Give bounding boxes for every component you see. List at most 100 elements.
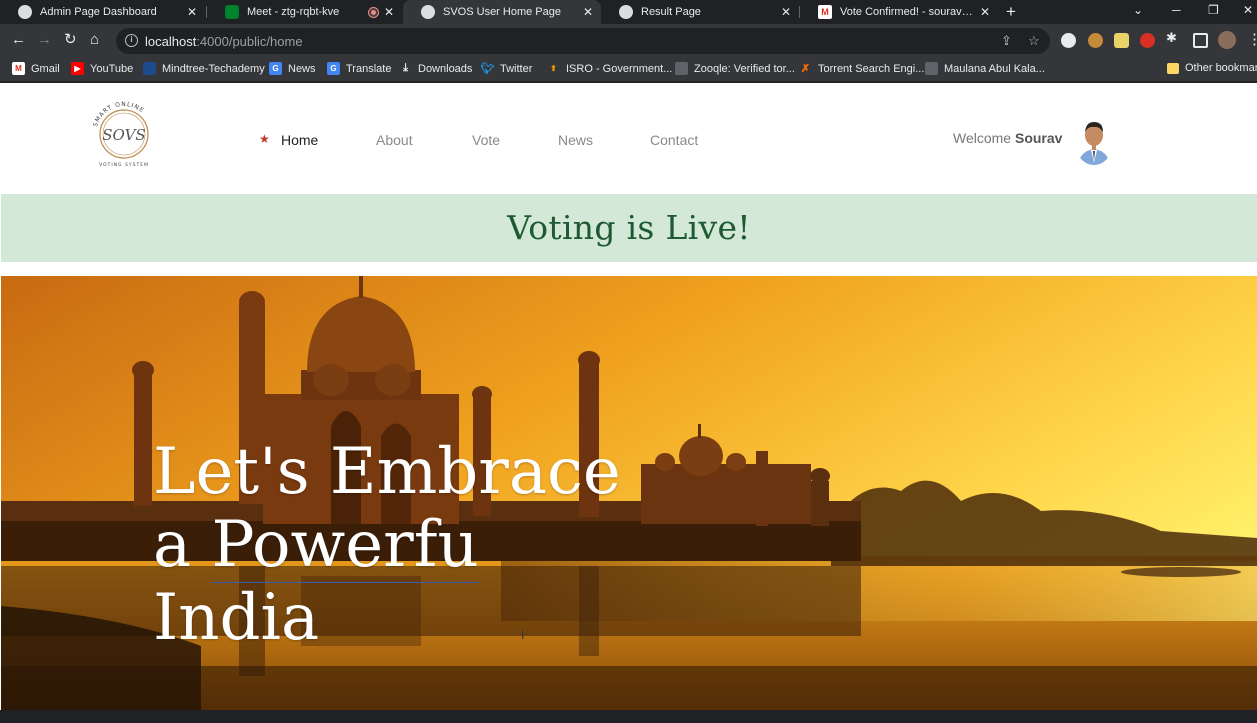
folder-icon	[1167, 62, 1179, 74]
bookmark-label: News	[288, 62, 316, 75]
tab-result-page[interactable]: Result Page ✕	[601, 0, 799, 24]
menu-kebab-icon[interactable]: ⋮	[1247, 31, 1257, 49]
share-icon[interactable]: ⇪	[1001, 33, 1012, 49]
restore-button[interactable]: ❐	[1208, 3, 1219, 17]
translate-icon: G	[327, 62, 340, 75]
welcome-message: Welcome Sourav	[953, 130, 1062, 146]
page-viewport: SMART ONLINE SOVS VOTING SYSTEM ★ Home A…	[0, 83, 1257, 710]
nav-news[interactable]: News	[558, 132, 593, 148]
hero-section: Let's Embrace a Powerfu India I	[1, 276, 1257, 710]
forward-icon[interactable]: →	[37, 31, 52, 49]
bookmark-other[interactable]: Other bookmarks	[1167, 62, 1257, 74]
bookmark-label: Mindtree-Techademy	[162, 62, 265, 75]
close-icon[interactable]: ✕	[384, 5, 394, 19]
tab-meet[interactable]: Meet - ztg-rqbt-kve ✕	[207, 0, 402, 24]
url-path: :4000/public/home	[196, 34, 303, 49]
bookmark-mindtree[interactable]: Mindtree-Techademy	[143, 62, 265, 75]
bookmark-zooqle[interactable]: Zooqle: Verified tor...	[675, 62, 795, 75]
bookmark-label: Other bookmarks	[1185, 62, 1257, 74]
news-icon: G	[269, 62, 282, 75]
globe-icon	[421, 5, 435, 19]
download-icon: ⤓	[403, 62, 408, 74]
nav-vote[interactable]: Vote	[472, 132, 500, 148]
logo-emblem-icon: SMART ONLINE SOVS VOTING SYSTEM	[92, 101, 149, 168]
side-panel-icon[interactable]	[1193, 33, 1208, 48]
minimize-button[interactable]: ─	[1172, 3, 1181, 17]
college-icon	[925, 62, 938, 75]
window-close-button[interactable]: ✕	[1243, 3, 1253, 17]
voting-live-text: Voting is Live!	[507, 208, 751, 247]
text-cursor-icon: I	[521, 628, 525, 642]
bookmark-downloads[interactable]: ⤓ Downloads	[399, 62, 472, 75]
bookmark-label: YouTube	[90, 62, 134, 75]
tab-admin-dashboard[interactable]: Admin Page Dashboard ✕	[0, 0, 205, 24]
nav-contact[interactable]: Contact	[650, 132, 698, 148]
close-icon[interactable]: ✕	[187, 5, 197, 19]
bookmark-star-icon[interactable]: ☆	[1028, 33, 1040, 49]
recording-icon	[368, 7, 378, 17]
back-icon[interactable]: ←	[11, 31, 26, 49]
bookmark-torrent[interactable]: ✗ Torrent Search Engi...	[799, 62, 925, 76]
twitter-icon: 🐦︎	[480, 63, 495, 75]
url-text: localhost:4000/public/home	[145, 34, 303, 49]
tab-svos-home[interactable]: SVOS User Home Page ✕	[403, 0, 601, 24]
isro-icon: ⬆	[550, 64, 557, 73]
bookmark-label: Torrent Search Engi...	[818, 62, 925, 75]
bookmark-label: Zooqle: Verified tor...	[694, 62, 795, 75]
notes-extension-icon[interactable]	[1114, 33, 1129, 48]
mindtree-icon	[143, 62, 156, 75]
puzzle-icon[interactable]: ✱	[1166, 30, 1181, 45]
torrent-icon: ✗	[800, 63, 811, 75]
tab-search-icon[interactable]: ⌄	[1133, 3, 1143, 17]
bookmark-translate[interactable]: G Translate	[327, 62, 391, 75]
adblock-extension-icon[interactable]	[1140, 33, 1155, 48]
gmail-icon: M	[818, 5, 832, 19]
bookmark-youtube[interactable]: ▶ YouTube	[71, 62, 133, 75]
bookmark-isro[interactable]: ⬆ ISRO - Government...	[547, 62, 672, 75]
reload-icon[interactable]: ↻	[64, 31, 77, 49]
hero-line-2-word: Powerfu	[211, 508, 479, 583]
meet-icon	[225, 5, 239, 19]
bookmark-maulana[interactable]: Maulana Abul Kala...	[925, 62, 1045, 75]
user-name: Sourav	[1014, 130, 1063, 146]
zooqle-icon	[675, 62, 688, 75]
profile-avatar-icon[interactable]	[1218, 31, 1236, 49]
address-bar[interactable]: i localhost:4000/public/home ⇪ ☆	[116, 28, 1050, 54]
close-icon[interactable]: ✕	[781, 5, 791, 19]
bookmark-news[interactable]: G News	[269, 62, 316, 75]
site-logo[interactable]: SMART ONLINE SOVS VOTING SYSTEM	[86, 96, 162, 168]
tab-title: Result Page	[641, 6, 701, 18]
bookmark-label: Gmail	[31, 62, 60, 75]
close-icon[interactable]: ✕	[980, 5, 990, 19]
site-info-icon[interactable]: i	[125, 34, 138, 47]
hero-line-3: India	[153, 581, 320, 655]
tab-title: SVOS User Home Page	[443, 6, 561, 18]
gmail-icon: M	[12, 62, 25, 75]
tab-title: Vote Confirmed! - souravbhadra1	[840, 6, 974, 18]
globe-icon	[18, 5, 32, 19]
bookmarks-bar: M Gmail ▶ YouTube Mindtree-Techademy G News…	[0, 57, 1257, 82]
tab-strip: Admin Page Dashboard ✕ Meet - ztg-rqbt-k…	[0, 0, 1257, 24]
bookmark-label: Maulana Abul Kala...	[944, 62, 1045, 75]
new-tab-button[interactable]: +	[1006, 2, 1016, 22]
site-header: SMART ONLINE SOVS VOTING SYSTEM ★ Home A…	[0, 83, 1257, 193]
bookmark-twitter[interactable]: 🐦︎ Twitter	[480, 62, 533, 76]
cookie-extension-icon[interactable]	[1088, 33, 1103, 48]
hero-line-1: Let's Embrace	[153, 435, 621, 509]
bookmark-label: Downloads	[418, 62, 473, 75]
user-avatar[interactable]	[1074, 115, 1114, 165]
bookmark-label: ISRO - Government...	[566, 62, 673, 75]
avatar-photo-icon	[1074, 115, 1114, 165]
close-icon[interactable]: ✕	[583, 5, 593, 19]
nav-about[interactable]: About	[376, 132, 413, 148]
youtube-icon: ▶	[71, 62, 84, 75]
extension-icon[interactable]	[1061, 33, 1076, 48]
tab-vote-confirmed[interactable]: M Vote Confirmed! - souravbhadra1 ✕	[800, 0, 998, 24]
logo-bottom-text: VOTING SYSTEM	[99, 162, 149, 168]
home-icon[interactable]: ⌂	[90, 31, 99, 49]
welcome-prefix: Welcome	[953, 130, 1012, 146]
globe-icon	[619, 5, 633, 19]
tab-title: Meet - ztg-rqbt-kve	[247, 6, 340, 18]
bookmark-gmail[interactable]: M Gmail	[12, 62, 60, 75]
nav-home[interactable]: Home	[281, 132, 318, 148]
